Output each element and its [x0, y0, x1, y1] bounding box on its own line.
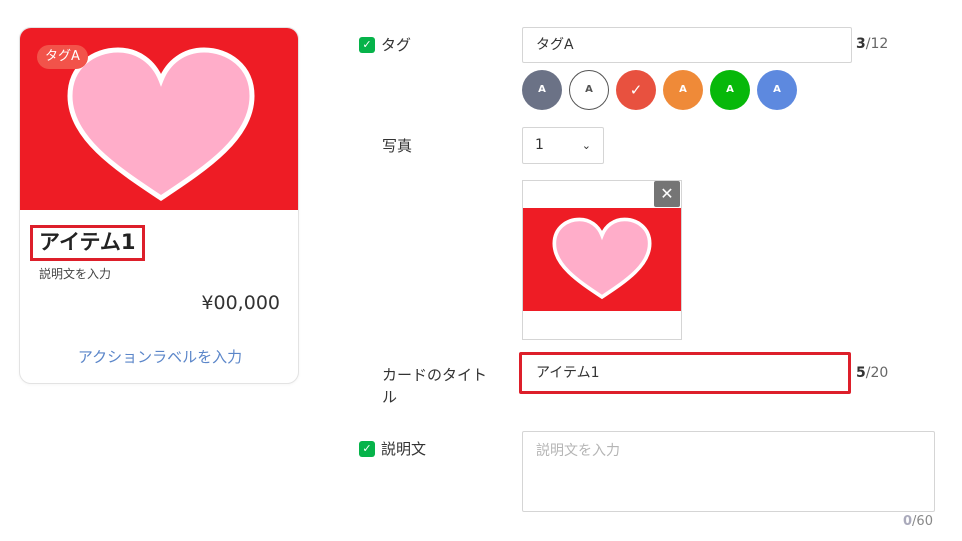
heart-image — [67, 47, 255, 202]
tag-color-blue[interactable]: A — [757, 70, 797, 110]
description-label: 説明文 — [381, 440, 427, 458]
tag-label: タグ — [381, 36, 412, 54]
tag-color-white[interactable]: A — [569, 70, 609, 110]
card-title-char-counter: 5/20 — [856, 365, 889, 381]
heart-thumbnail-image — [552, 217, 652, 300]
photo-count-select[interactable]: 1 ⌄ — [522, 127, 604, 164]
photo-label: 写真 — [382, 137, 413, 155]
card-title-input[interactable]: アイテム1 — [519, 352, 851, 394]
tag-color-gray[interactable]: A — [522, 70, 562, 110]
chevron-down-icon: ⌄ — [581, 139, 591, 152]
card-action-link[interactable]: アクションラベルを入力 — [20, 346, 298, 367]
card-description: 説明文を入力 — [39, 267, 112, 281]
description-char-counter: 0/60 — [903, 514, 933, 529]
tag-input[interactable]: タグA — [522, 27, 852, 63]
remove-photo-icon[interactable]: ✕ — [654, 181, 680, 207]
card-image: タグA — [20, 28, 298, 210]
photo-thumbnail: ✕ — [522, 180, 682, 340]
card-title: アイテム1 — [30, 225, 145, 261]
tag-checkbox[interactable]: ✓ — [359, 37, 375, 53]
card-title-label: カードのタイト ル — [382, 366, 488, 406]
tag-color-red-selected[interactable]: ✓ — [616, 70, 656, 110]
card-tag-badge: タグA — [37, 45, 88, 69]
description-textarea[interactable]: 説明文を入力 — [522, 431, 935, 512]
tag-color-orange[interactable]: A — [663, 70, 703, 110]
card-price: ¥00,000 — [201, 292, 280, 314]
preview-card: タグA アイテム1 説明文を入力 ¥00,000 アクションラベルを入力 — [19, 27, 299, 384]
photo-count-value: 1 — [535, 137, 544, 153]
tag-char-counter: 3/12 — [856, 36, 889, 52]
tag-color-green[interactable]: A — [710, 70, 750, 110]
description-checkbox[interactable]: ✓ — [359, 441, 375, 457]
photo-image — [523, 208, 681, 311]
